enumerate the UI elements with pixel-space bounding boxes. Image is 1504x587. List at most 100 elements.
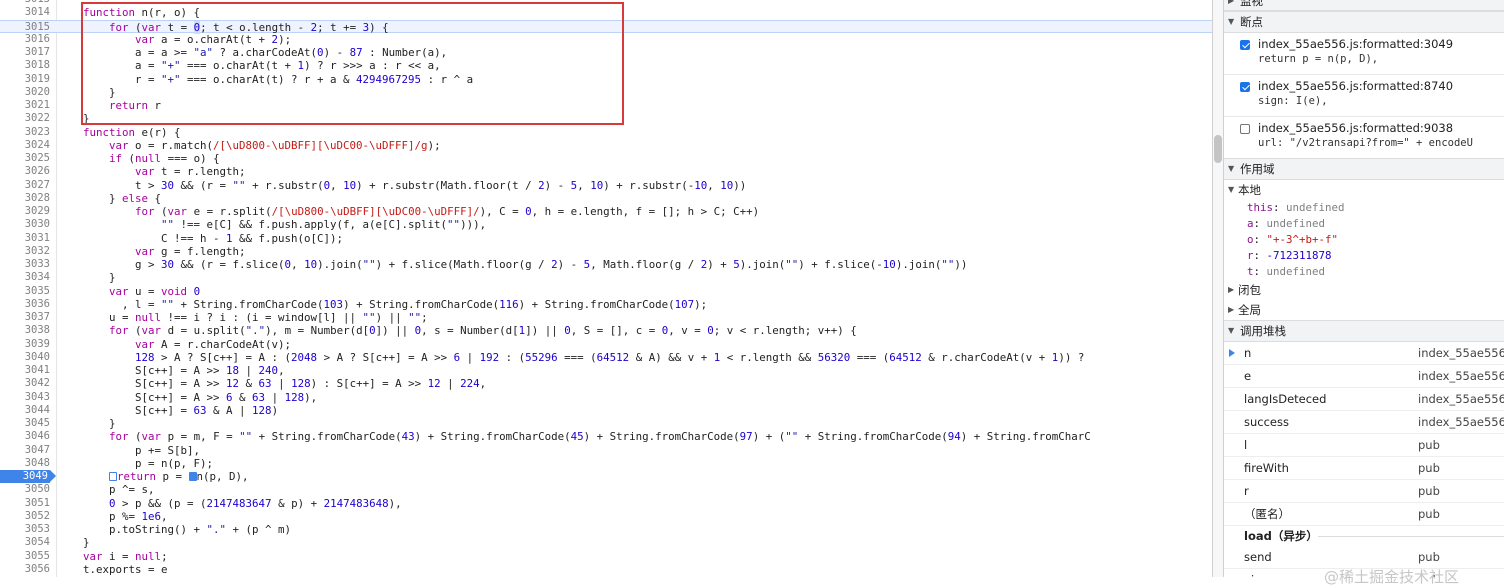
line-number[interactable]: 3045 [0, 417, 50, 430]
breakpoint-item[interactable]: index_55ae556.js:formatted:8740 sign: I(e… [1224, 75, 1504, 116]
line-number[interactable]: 3023 [0, 126, 50, 139]
call-frame[interactable]: success index_55ae556.js [1224, 411, 1504, 434]
line-number[interactable]: 3030 [0, 218, 50, 231]
line-number[interactable]: 3053 [0, 523, 50, 536]
line-number[interactable]: 3020 [0, 86, 50, 99]
scope-variable[interactable]: a: undefined [1224, 216, 1504, 232]
frame-location[interactable]: pub [1418, 546, 1440, 568]
line-number[interactable]: 3055 [0, 550, 50, 563]
line-number[interactable]: 3037 [0, 311, 50, 324]
breakpoint-item[interactable]: index_55ae556.js:formatted:3049 return p … [1224, 33, 1504, 74]
scope-variable[interactable]: t: undefined [1224, 264, 1504, 280]
line-number[interactable]: 3049 [0, 470, 56, 484]
code-token: 116 [499, 297, 519, 311]
code-token: | [265, 390, 285, 404]
line-number[interactable]: 3022 [0, 112, 50, 125]
editor-scrollbar[interactable] [1213, 0, 1224, 577]
line-number[interactable]: 3024 [0, 139, 50, 152]
line-number[interactable]: 3019 [0, 73, 50, 86]
frame-location[interactable]: index_55ae556.js [1418, 411, 1504, 433]
frame-name: langIsDeteced [1244, 392, 1327, 406]
code-token: t = [161, 20, 194, 34]
line-number[interactable]: 3038 [0, 324, 50, 337]
line-number[interactable]: 3031 [0, 232, 50, 245]
line-number[interactable]: 3039 [0, 338, 50, 351]
scope-variable[interactable]: this: undefined [1224, 200, 1504, 216]
line-source: var g = f.length; [57, 245, 246, 258]
line-number[interactable]: 3016 [0, 33, 50, 46]
line-number[interactable]: 3051 [0, 497, 50, 510]
breakpoint-item[interactable]: index_55ae556.js:formatted:9038 url: "/v2… [1224, 117, 1504, 158]
line-source: var u = void 0 [57, 285, 200, 298]
scope-variable[interactable]: r: -712311878 [1224, 248, 1504, 264]
code-token: ( [122, 152, 136, 165]
breakpoints-section-header[interactable]: ▼ 断点 [1224, 11, 1504, 33]
line-number[interactable]: 3047 [0, 444, 50, 457]
scope-section-header[interactable]: ▼ 作用域 [1224, 158, 1504, 180]
line-number[interactable]: 3048 [0, 457, 50, 470]
scope-variable[interactable]: o: "+-3^+b+-f" [1224, 232, 1504, 248]
line-number[interactable]: 3033 [0, 258, 50, 271]
line-number[interactable]: 3018 [0, 59, 50, 72]
breakpoint-checkbox[interactable] [1240, 40, 1250, 50]
line-number[interactable]: 3043 [0, 391, 50, 404]
line-number[interactable]: 3052 [0, 510, 50, 523]
line-number[interactable]: 3027 [0, 179, 50, 192]
code-token: p %= [57, 509, 142, 523]
call-frame[interactable]: r pub [1224, 480, 1504, 503]
line-number[interactable]: 3034 [0, 271, 50, 284]
line-number[interactable]: 3050 [0, 483, 50, 496]
line-number[interactable]: 3014 [0, 6, 50, 19]
inline-breakpoint-icon[interactable] [188, 472, 197, 481]
frame-location[interactable]: index_55ae556.js [1418, 388, 1504, 410]
line-number[interactable]: 3015 [0, 21, 50, 34]
call-frame[interactable]: l pub [1224, 434, 1504, 457]
line-number[interactable]: 3032 [0, 245, 50, 258]
frame-location[interactable]: pub [1418, 503, 1440, 525]
closure-label: 闭包 [1238, 283, 1261, 297]
line-number[interactable]: 3056 [0, 563, 50, 576]
line-number[interactable]: 3021 [0, 99, 50, 112]
call-frame[interactable]: （匿名） pub [1224, 503, 1504, 526]
closure-scope-header[interactable]: ▶ 闭包 [1224, 280, 1504, 300]
code-token: "." [245, 324, 266, 338]
breakpoint-checkbox[interactable] [1240, 124, 1250, 134]
line-number[interactable]: 3044 [0, 404, 50, 417]
variable-value: undefined [1266, 217, 1326, 230]
call-frame[interactable]: n index_55ae556.js [1224, 342, 1504, 365]
line-number[interactable]: 3041 [0, 364, 50, 377]
line-number[interactable]: 3046 [0, 430, 50, 443]
line-number[interactable]: 3029 [0, 205, 50, 218]
line-number[interactable]: 3054 [0, 536, 50, 549]
call-frame[interactable]: langIsDeteced index_55ae556.js [1224, 388, 1504, 411]
global-scope-header[interactable]: ▶ 全局 [1224, 300, 1504, 320]
line-number[interactable]: 3017 [0, 46, 50, 59]
inline-breakpoint-icon[interactable] [109, 472, 118, 481]
frame-location[interactable]: index_55ae556.js [1418, 342, 1504, 364]
line-number[interactable]: 3026 [0, 165, 50, 178]
call-frame[interactable]: e index_55ae556.js [1224, 365, 1504, 388]
code-token: === o) { [161, 152, 220, 165]
line-number[interactable]: 3025 [0, 152, 50, 165]
breakpoint-checkbox[interactable] [1240, 82, 1250, 92]
line-number[interactable]: 3040 [0, 351, 50, 364]
line-number[interactable]: 3036 [0, 298, 50, 311]
callstack-section-header[interactable]: ▼ 调用堆栈 [1224, 320, 1504, 342]
code-editor[interactable]: 30133014 function n(r, o) {3015 for (var… [0, 0, 1212, 577]
frame-location[interactable]: pub [1418, 457, 1440, 479]
frame-location[interactable]: index_55ae556.js [1418, 365, 1504, 387]
frame-location[interactable]: pub [1418, 434, 1440, 456]
watch-section-header[interactable]: ▶ 监视 [1224, 0, 1504, 11]
local-scope-header[interactable]: ▼ 本地 [1224, 180, 1504, 200]
code-token: "+" [161, 72, 181, 86]
line-number[interactable]: 3035 [0, 285, 50, 298]
variable-colon: : [1253, 265, 1267, 278]
line-number[interactable]: 3042 [0, 377, 50, 390]
call-frame[interactable]: fireWith pub [1224, 457, 1504, 480]
scroll-thumb[interactable] [1214, 135, 1222, 163]
code-token: 97 [739, 430, 753, 444]
line-number[interactable]: 3028 [0, 192, 50, 205]
frame-location[interactable]: pub [1418, 480, 1440, 502]
